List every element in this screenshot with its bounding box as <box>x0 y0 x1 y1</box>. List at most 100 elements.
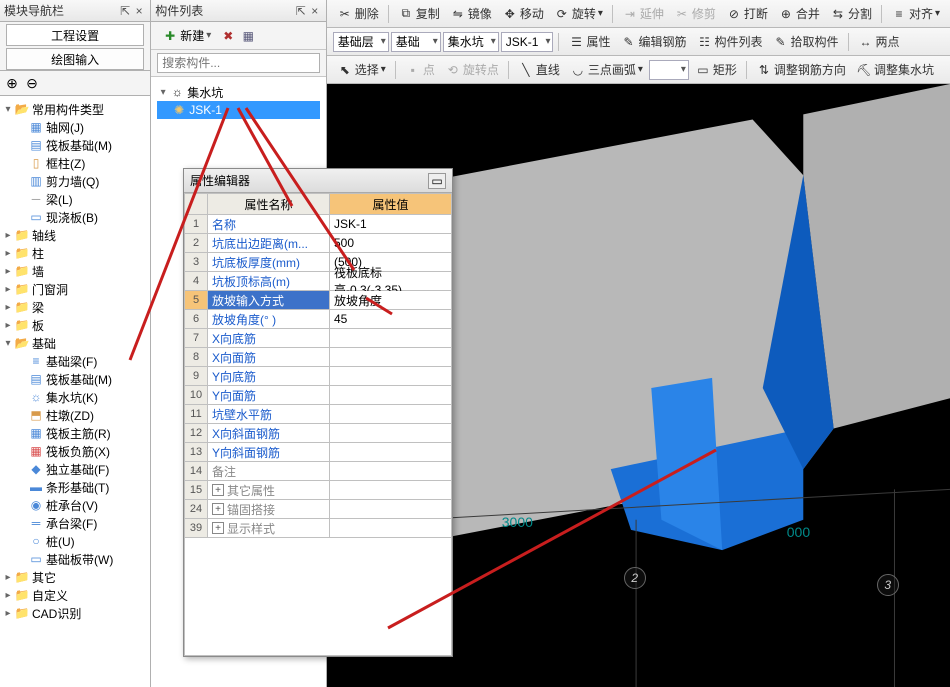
item-dropdown[interactable]: JSK-1 <box>501 32 554 52</box>
property-row-2[interactable]: 2坑底出边距离(m...500 <box>184 234 452 253</box>
nav-item-slab[interactable]: ▸板 <box>2 316 148 334</box>
nav-item-custom[interactable]: ▸自定义 <box>2 586 148 604</box>
close-icon[interactable]: × <box>308 4 322 18</box>
property-value-cell[interactable] <box>330 424 452 443</box>
delete-button[interactable]: ✂删除 <box>333 3 383 24</box>
property-row-7[interactable]: 7X向底筋 <box>184 329 452 348</box>
property-value-cell[interactable]: JSK-1 <box>330 215 452 234</box>
nav-item-foundation-beam[interactable]: ≡基础梁(F) <box>2 352 148 370</box>
nav-item-door-window[interactable]: ▸门窗洞 <box>2 280 148 298</box>
property-row-1[interactable]: 1名称JSK-1 <box>184 215 452 234</box>
draw-option-dropdown[interactable] <box>649 60 689 80</box>
edit-rebar-button[interactable]: ✎编辑钢筋 <box>617 31 691 52</box>
property-row-5[interactable]: 5放坡输入方式放坡角度 <box>184 291 452 310</box>
property-value-cell[interactable]: 45 <box>330 310 452 329</box>
break-button[interactable]: ⊘打断 <box>722 3 772 24</box>
rect-button[interactable]: ▭矩形 <box>691 59 741 80</box>
expand-icon[interactable]: + <box>212 484 224 496</box>
property-value-cell[interactable] <box>330 329 452 348</box>
property-value-cell[interactable] <box>330 367 452 386</box>
nav-item-strip-found[interactable]: ▬条形基础(T) <box>2 478 148 496</box>
property-row-9[interactable]: 9Y向底筋 <box>184 367 452 386</box>
property-row-15[interactable]: 15+其它属性 <box>184 481 452 500</box>
align-button[interactable]: ≡对齐▾ <box>887 3 944 24</box>
property-row-12[interactable]: 12X向斜面钢筋 <box>184 424 452 443</box>
property-row-4[interactable]: 4坑板顶标高(m)筏板底标高-0.3(-3.35) <box>184 272 452 291</box>
property-editor-close-icon[interactable]: ▭ <box>428 173 446 189</box>
nav-item-raft-found2[interactable]: ▤筏板基础(M) <box>2 370 148 388</box>
property-row-10[interactable]: 10Y向面筋 <box>184 386 452 405</box>
nav-item-cad-recognition[interactable]: ▸CAD识别 <box>2 604 148 622</box>
merge-button[interactable]: ⊕合并 <box>774 3 824 24</box>
nav-item-foundation[interactable]: ▾基础 <box>2 334 148 352</box>
property-value-cell[interactable] <box>330 405 452 424</box>
nav-item-shear-wall[interactable]: ▥剪力墙(Q) <box>2 172 148 190</box>
nav-item-axis-lines[interactable]: ▸轴线 <box>2 226 148 244</box>
select-button[interactable]: ⬉选择▾ <box>333 59 390 80</box>
two-point-button[interactable]: ↔两点 <box>854 31 904 52</box>
property-row-6[interactable]: 6放坡角度(° )45 <box>184 310 452 329</box>
nav-item-pile-cap[interactable]: ◉桩承台(V) <box>2 496 148 514</box>
nav-item-common-types[interactable]: ▾常用构件类型 <box>2 100 148 118</box>
nav-item-isolated-found[interactable]: ◆独立基础(F) <box>2 460 148 478</box>
property-value-cell[interactable] <box>330 386 452 405</box>
nav-item-column-pier[interactable]: ⬒柱墩(ZD) <box>2 406 148 424</box>
nav-item-sump-pit[interactable]: ☼集水坑(K) <box>2 388 148 406</box>
property-value-cell[interactable]: 放坡角度 <box>330 291 452 310</box>
delete-component-icon[interactable]: ✖ <box>220 28 236 44</box>
expand-all-icon[interactable]: ⊕ <box>4 75 20 91</box>
move-button[interactable]: ✥移动 <box>498 3 548 24</box>
property-row-24[interactable]: 24+锚固搭接 <box>184 500 452 519</box>
property-row-13[interactable]: 13Y向斜面钢筋 <box>184 443 452 462</box>
nav-item-raft-foundation[interactable]: ▤筏板基础(M) <box>2 136 148 154</box>
close-icon[interactable]: × <box>132 4 146 18</box>
component-tree-root[interactable]: ▾ ☼ 集水坑 <box>157 83 320 101</box>
pick-component-button[interactable]: ✎拾取构件 <box>769 31 843 52</box>
property-editor-header[interactable]: 属性编辑器 ▭ <box>184 169 452 193</box>
nav-item-column[interactable]: ▸柱 <box>2 244 148 262</box>
adjust-rebar-dir-button[interactable]: ⇅调整钢筋方向 <box>752 59 850 80</box>
pin-icon[interactable]: ⇱ <box>294 4 308 18</box>
tab-engineering-settings[interactable]: 工程设置 <box>6 24 144 46</box>
filter-icon[interactable]: ▦ <box>240 28 256 44</box>
pin-icon[interactable]: ⇱ <box>118 4 132 18</box>
property-row-39[interactable]: 39+显示样式 <box>184 519 452 538</box>
property-value-cell[interactable] <box>330 481 452 500</box>
nav-item-raft-neg-rebar[interactable]: ▦筏板负筋(X) <box>2 442 148 460</box>
nav-item-found-plate-strip[interactable]: ▭基础板带(W) <box>2 550 148 568</box>
component-list-button[interactable]: ☷构件列表 <box>693 31 767 52</box>
new-component-button[interactable]: ✚ 新建 ▾ <box>157 24 216 47</box>
properties-button[interactable]: ☰属性 <box>564 31 614 52</box>
nav-item-wall[interactable]: ▸墙 <box>2 262 148 280</box>
nav-item-beam[interactable]: ─梁(L) <box>2 190 148 208</box>
expand-icon[interactable]: + <box>212 503 224 515</box>
collapse-all-icon[interactable]: ⊖ <box>24 75 40 91</box>
type-dropdown[interactable]: 集水坑 <box>443 32 499 52</box>
property-value-cell[interactable] <box>330 519 452 538</box>
property-value-cell[interactable] <box>330 348 452 367</box>
property-row-14[interactable]: 14备注 <box>184 462 452 481</box>
category-dropdown[interactable]: 基础 <box>391 32 441 52</box>
nav-item-frame-column[interactable]: ▯框柱(Z) <box>2 154 148 172</box>
property-value-cell[interactable] <box>330 462 452 481</box>
property-value-cell[interactable] <box>330 500 452 519</box>
copy-button[interactable]: ⧉复制 <box>394 3 444 24</box>
property-value-cell[interactable]: 筏板底标高-0.3(-3.35) <box>330 272 452 291</box>
nav-item-raft-main-rebar[interactable]: ▦筏板主筋(R) <box>2 424 148 442</box>
property-value-cell[interactable]: 500 <box>330 234 452 253</box>
expand-icon[interactable]: + <box>212 522 224 534</box>
tab-drawing-input[interactable]: 绘图输入 <box>6 48 144 70</box>
line-button[interactable]: ╲直线 <box>514 59 564 80</box>
property-row-8[interactable]: 8X向面筋 <box>184 348 452 367</box>
adjust-sump-button[interactable]: ⛏调整集水坑 <box>852 59 938 80</box>
mirror-button[interactable]: ⇋镜像 <box>446 3 496 24</box>
property-row-11[interactable]: 11坑壁水平筋 <box>184 405 452 424</box>
component-tree-item-jsk1[interactable]: ✺ JSK-1 <box>157 101 320 119</box>
arc-button[interactable]: ◡三点画弧▾ <box>566 59 647 80</box>
nav-item-pile[interactable]: ○桩(U) <box>2 532 148 550</box>
component-search-input[interactable] <box>157 53 320 73</box>
rotate-button[interactable]: ⟳旋转▾ <box>550 3 607 24</box>
nav-item-other[interactable]: ▸其它 <box>2 568 148 586</box>
split-button[interactable]: ⇆分割 <box>826 3 876 24</box>
layer-dropdown[interactable]: 基础层 <box>333 32 389 52</box>
